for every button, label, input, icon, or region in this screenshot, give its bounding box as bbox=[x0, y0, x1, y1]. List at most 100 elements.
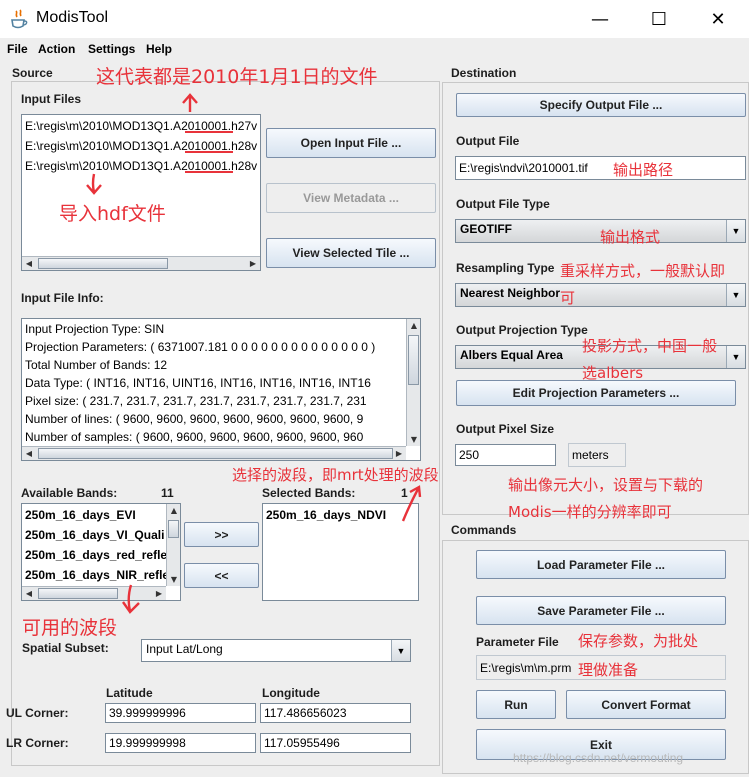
annotation-bands-note: 选择的波段，即mrt处理的波段 bbox=[232, 466, 439, 484]
output-projection-label: Output Projection Type bbox=[456, 323, 588, 337]
annotation-param-1: 保存参数，为批处 bbox=[578, 632, 699, 650]
scroll-thumb[interactable] bbox=[38, 588, 118, 599]
scroll-up-icon[interactable]: ▲ bbox=[167, 504, 180, 517]
save-parameter-file-button[interactable]: Save Parameter File ... bbox=[476, 596, 726, 625]
scroll-thumb[interactable] bbox=[168, 520, 179, 538]
annotation-output-path: 输出路径 bbox=[613, 161, 674, 179]
annotation-projection-2: 选albers bbox=[582, 364, 644, 382]
commands-title: Commands bbox=[451, 523, 517, 537]
scroll-left-icon[interactable]: ◀ bbox=[22, 587, 36, 600]
remove-band-button[interactable]: << bbox=[184, 563, 259, 588]
edit-projection-parameters-button[interactable]: Edit Projection Parameters ... bbox=[456, 380, 736, 406]
annotation-resampling-1: 重采样方式，一般默认即 bbox=[560, 262, 726, 280]
arrow-down-icon bbox=[86, 173, 102, 195]
underline-mark bbox=[185, 131, 233, 133]
lr-corner-label: LR Corner: bbox=[6, 736, 69, 750]
scroll-thumb[interactable] bbox=[38, 258, 168, 269]
info-line: Total Number of Bands: 12 bbox=[25, 358, 168, 372]
annotation-resampling-2: 可 bbox=[560, 289, 576, 307]
close-button[interactable]: ✕ bbox=[695, 0, 741, 38]
add-band-button[interactable]: >> bbox=[184, 522, 259, 547]
window-title: ModisTool bbox=[36, 9, 109, 26]
list-item[interactable]: 250m_16_days_NDVI bbox=[266, 508, 386, 522]
arrow-down-icon bbox=[122, 584, 140, 614]
menu-help[interactable]: Help bbox=[146, 42, 172, 56]
output-file-input[interactable]: E:\regis\ndvi\2010001.tif bbox=[455, 156, 746, 180]
input-files-label: Input Files bbox=[21, 92, 81, 106]
input-file-info-box: Input Projection Type: SIN Projection Pa… bbox=[21, 318, 421, 461]
spatial-subset-select[interactable]: Input Lat/Long ▼ bbox=[141, 639, 411, 662]
scroll-down-icon[interactable]: ▼ bbox=[407, 433, 420, 446]
latitude-label: Latitude bbox=[106, 686, 153, 700]
available-bands-list[interactable]: 250m_16_days_EVI 250m_16_days_VI_Quali 2… bbox=[21, 503, 181, 601]
info-line: Number of samples: ( 9600, 9600, 9600, 9… bbox=[25, 430, 364, 444]
annotation-pixel-1: 输出像元大小，设置与下载的 bbox=[508, 476, 704, 494]
maximize-button[interactable]: ☐ bbox=[636, 0, 682, 38]
scroll-right-icon[interactable]: ▶ bbox=[392, 447, 406, 460]
list-item[interactable]: 250m_16_days_EVI bbox=[25, 508, 136, 522]
scroll-right-icon[interactable]: ▶ bbox=[246, 257, 260, 270]
scroll-up-icon[interactable]: ▲ bbox=[407, 319, 420, 332]
input-files-hscroll[interactable]: ◀ ▶ bbox=[22, 256, 260, 270]
lr-longitude-input[interactable]: 117.05955496 bbox=[260, 733, 411, 753]
annotation-projection-1: 投影方式，中国一般 bbox=[582, 337, 718, 355]
menu-bar: File Action Settings Help bbox=[0, 38, 749, 60]
annotation-date-note: 这代表都是2010年1月1日的文件 bbox=[96, 66, 378, 88]
load-parameter-file-button[interactable]: Load Parameter File ... bbox=[476, 550, 726, 579]
parameter-file-label: Parameter File bbox=[476, 635, 559, 649]
chevron-down-icon: ▼ bbox=[726, 220, 745, 242]
scroll-left-icon[interactable]: ◀ bbox=[22, 447, 36, 460]
resampling-type-label: Resampling Type bbox=[456, 261, 555, 275]
specify-output-file-button[interactable]: Specify Output File ... bbox=[456, 93, 746, 117]
bands-hscroll[interactable]: ◀ ▶ bbox=[22, 586, 166, 600]
annotation-output-format: 输出格式 bbox=[600, 228, 661, 246]
input-files-list[interactable]: E:\regis\m\2010\MOD13Q1.A2010001.h27v E:… bbox=[21, 114, 261, 271]
resampling-type-select[interactable]: Nearest Neighbor ▼ bbox=[455, 283, 746, 307]
scroll-right-icon[interactable]: ▶ bbox=[152, 587, 166, 600]
ul-corner-label: UL Corner: bbox=[6, 706, 69, 720]
scroll-down-icon[interactable]: ▼ bbox=[167, 573, 180, 586]
chevron-down-icon: ▼ bbox=[726, 284, 745, 306]
underline-mark bbox=[185, 151, 233, 153]
chevron-down-icon: ▼ bbox=[391, 640, 410, 661]
available-count: 11 bbox=[161, 486, 174, 500]
list-item[interactable]: 250m_16_days_NIR_refle bbox=[25, 568, 169, 582]
info-line: Projection Parameters: ( 6371007.181 0 0… bbox=[25, 340, 376, 354]
underline-mark bbox=[185, 171, 233, 173]
pixel-size-input[interactable]: 250 bbox=[455, 444, 556, 466]
output-file-type-label: Output File Type bbox=[456, 197, 550, 211]
view-selected-tile-button[interactable]: View Selected Tile ... bbox=[266, 238, 436, 268]
convert-format-button[interactable]: Convert Format bbox=[566, 690, 726, 719]
output-pixel-size-label: Output Pixel Size bbox=[456, 422, 555, 436]
info-line: Input Projection Type: SIN bbox=[25, 322, 165, 336]
info-line: Data Type: ( INT16, INT16, UINT16, INT16… bbox=[25, 376, 371, 390]
list-item[interactable]: 250m_16_days_red_refle bbox=[25, 548, 167, 562]
view-metadata-button[interactable]: View Metadata ... bbox=[266, 183, 436, 213]
info-vscroll[interactable]: ▲ ▼ bbox=[406, 319, 420, 446]
ul-longitude-input[interactable]: 117.486656023 bbox=[260, 703, 411, 723]
ul-latitude-input[interactable]: 39.999999996 bbox=[105, 703, 256, 723]
chevron-down-icon: ▼ bbox=[726, 346, 745, 368]
info-hscroll[interactable]: ◀ ▶ bbox=[22, 446, 406, 460]
annotation-param-2: 理做准备 bbox=[578, 661, 639, 679]
arrow-up-icon bbox=[182, 93, 198, 112]
scroll-left-icon[interactable]: ◀ bbox=[22, 257, 36, 270]
selected-bands-list[interactable]: 250m_16_days_NDVI bbox=[262, 503, 419, 601]
menu-action[interactable]: Action bbox=[38, 42, 75, 56]
scroll-thumb[interactable] bbox=[408, 335, 419, 385]
java-app-icon bbox=[11, 9, 28, 29]
menu-settings[interactable]: Settings bbox=[88, 42, 135, 56]
selected-bands-label: Selected Bands: bbox=[262, 486, 356, 500]
lr-latitude-input[interactable]: 19.999999998 bbox=[105, 733, 256, 753]
bands-vscroll[interactable]: ▲ ▼ bbox=[166, 504, 180, 586]
scroll-thumb[interactable] bbox=[38, 448, 393, 459]
info-line: Pixel size: ( 231.7, 231.7, 231.7, 231.7… bbox=[25, 394, 367, 408]
menu-file[interactable]: File bbox=[7, 42, 28, 56]
run-button[interactable]: Run bbox=[476, 690, 556, 719]
list-item[interactable]: 250m_16_days_VI_Quali bbox=[25, 528, 164, 542]
spatial-subset-label: Spatial Subset: bbox=[22, 641, 109, 655]
open-input-file-button[interactable]: Open Input File ... bbox=[266, 128, 436, 158]
pixel-unit-field: meters bbox=[568, 443, 626, 467]
annotation-import-note: 导入hdf文件 bbox=[59, 203, 166, 225]
minimize-button[interactable]: — bbox=[577, 0, 623, 38]
